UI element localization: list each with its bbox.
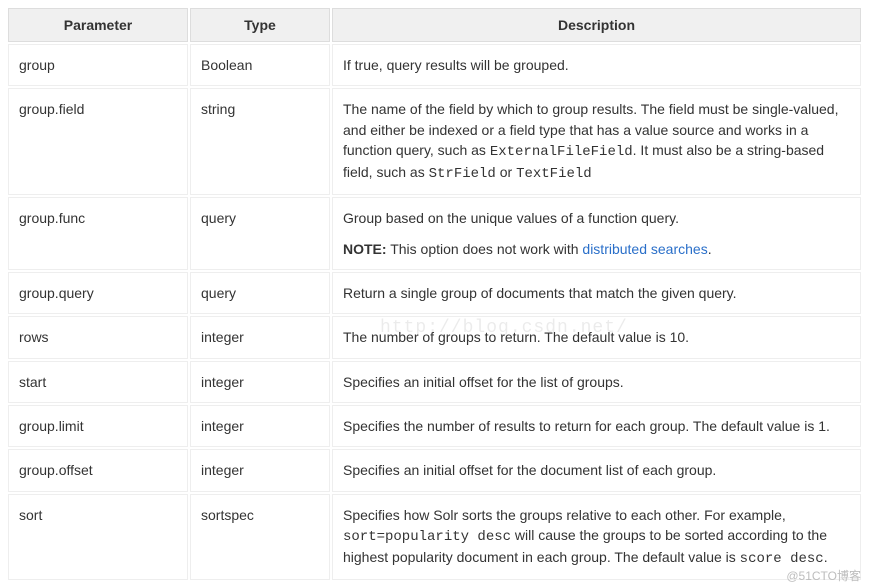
desc-cell: Specifies an initial offset for the docu… — [332, 449, 861, 491]
param-cell: group.func — [8, 197, 188, 270]
type-cell: integer — [190, 316, 330, 358]
header-parameter: Parameter — [8, 8, 188, 42]
table-header-row: Parameter Type Description — [8, 8, 861, 42]
table-row: group.func query Group based on the uniq… — [8, 197, 861, 270]
param-cell: start — [8, 361, 188, 403]
code-text: score desc — [740, 551, 824, 567]
desc-text: This option does not work with — [387, 241, 583, 257]
header-description: Description — [332, 8, 861, 42]
desc-text: . — [824, 549, 828, 565]
distributed-searches-link[interactable]: distributed searches — [582, 241, 707, 257]
desc-cell: Specifies an initial offset for the list… — [332, 361, 861, 403]
param-cell: group.offset — [8, 449, 188, 491]
table-row: group Boolean If true, query results wil… — [8, 44, 861, 86]
desc-text: or — [496, 164, 516, 180]
desc-cell: Specifies the number of results to retur… — [332, 405, 861, 447]
table-row: group.offset integer Specifies an initia… — [8, 449, 861, 491]
table-row: group.field string The name of the field… — [8, 88, 861, 195]
param-cell: rows — [8, 316, 188, 358]
desc-cell: The name of the field by which to group … — [332, 88, 861, 195]
table-row: group.limit integer Specifies the number… — [8, 405, 861, 447]
desc-text: Specifies how Solr sorts the groups rela… — [343, 507, 786, 523]
param-cell: group.limit — [8, 405, 188, 447]
param-cell: group.query — [8, 272, 188, 314]
param-cell: group.field — [8, 88, 188, 195]
code-text: StrField — [429, 166, 496, 182]
table-row: rows integer The number of groups to ret… — [8, 316, 861, 358]
type-cell: integer — [190, 405, 330, 447]
type-cell: query — [190, 197, 330, 270]
desc-text: Group based on the unique values of a fu… — [343, 208, 850, 228]
desc-cell: If true, query results will be grouped. — [332, 44, 861, 86]
desc-cell: Group based on the unique values of a fu… — [332, 197, 861, 270]
type-cell: Boolean — [190, 44, 330, 86]
type-cell: string — [190, 88, 330, 195]
param-cell: sort — [8, 494, 188, 581]
desc-text: . — [708, 241, 712, 257]
code-text: ExternalFileField — [490, 144, 633, 160]
table-row: start integer Specifies an initial offse… — [8, 361, 861, 403]
code-text: TextField — [516, 166, 592, 182]
table-row: group.query query Return a single group … — [8, 272, 861, 314]
parameters-table: Parameter Type Description group Boolean… — [6, 6, 863, 582]
table-row: sort sortspec Specifies how Solr sorts t… — [8, 494, 861, 581]
param-cell: group — [8, 44, 188, 86]
note-label: NOTE: — [343, 241, 387, 257]
type-cell: sortspec — [190, 494, 330, 581]
type-cell: integer — [190, 361, 330, 403]
desc-cell: Return a single group of documents that … — [332, 272, 861, 314]
code-text: sort=popularity desc — [343, 529, 511, 545]
type-cell: query — [190, 272, 330, 314]
desc-cell: Specifies how Solr sorts the groups rela… — [332, 494, 861, 581]
desc-cell: The number of groups to return. The defa… — [332, 316, 861, 358]
type-cell: integer — [190, 449, 330, 491]
header-type: Type — [190, 8, 330, 42]
